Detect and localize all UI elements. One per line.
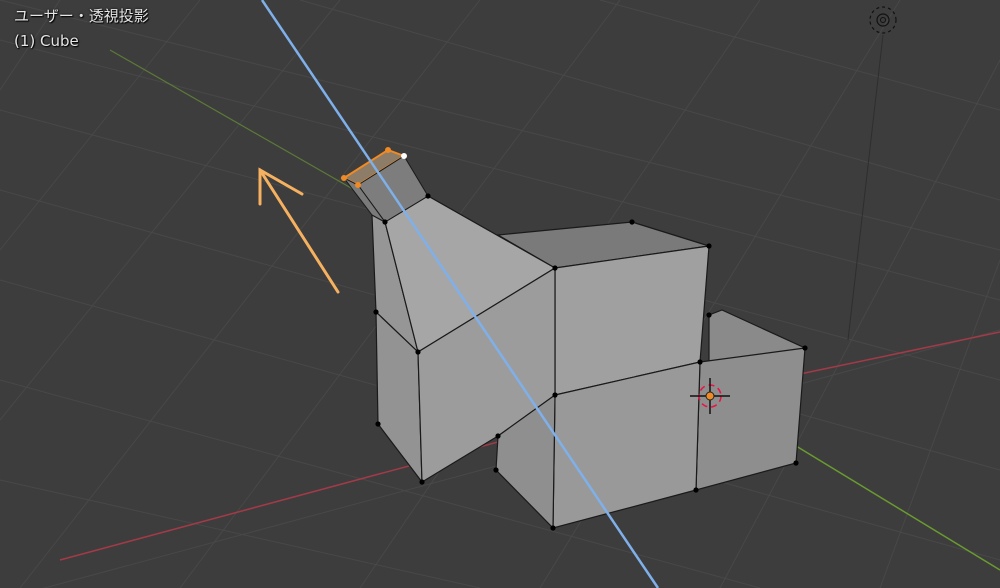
right-box-front-face bbox=[695, 347, 806, 491]
x-axis-line-right bbox=[799, 331, 1000, 375]
light-guide-line bbox=[847, 34, 884, 341]
mesh-object[interactable] bbox=[371, 195, 807, 530]
y-axis-line bbox=[109, 49, 373, 201]
3d-viewport[interactable] bbox=[0, 0, 1000, 588]
active-object-label: (1) Cube bbox=[14, 32, 79, 50]
view-mode-title: ユーザー・透視投影 bbox=[14, 7, 149, 25]
light-icon[interactable] bbox=[869, 6, 897, 34]
